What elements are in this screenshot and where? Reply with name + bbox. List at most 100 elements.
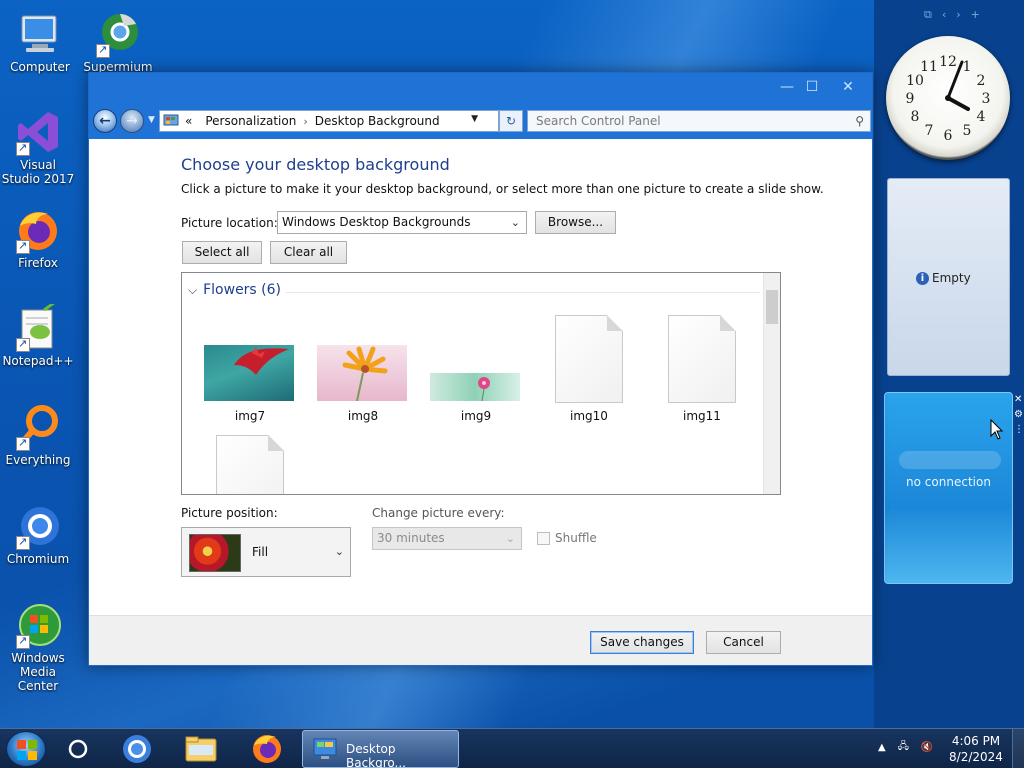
breadcrumb-root[interactable]: « [185, 114, 192, 128]
breadcrumb-desktop-background[interactable]: Desktop Background [315, 114, 440, 128]
recent-pages-icon[interactable]: ▼ [148, 115, 155, 125]
breadcrumb-separator-icon[interactable]: › [303, 115, 307, 128]
clock-numeral: 10 [906, 73, 924, 89]
cancel-button[interactable]: Cancel [706, 631, 781, 654]
volume-muted-icon[interactable]: 🔇 [921, 742, 933, 753]
page-title: Choose your desktop background [181, 155, 450, 174]
chevron-down-icon: ⌄ [510, 216, 520, 229]
shortcut-arrow-icon [16, 634, 30, 649]
back-button[interactable]: ← [93, 109, 117, 133]
notepadpp-icon [14, 298, 62, 352]
taskbar-desktop-background-window[interactable]: Desktop Backgro... [302, 730, 459, 768]
taskbar-chromium-button[interactable] [110, 731, 164, 767]
taskbar-explorer-button[interactable] [175, 731, 229, 767]
scrollbar-thumb[interactable] [766, 290, 778, 324]
maximize-button[interactable]: ☐ [797, 77, 827, 97]
search-input[interactable]: Search Control Panel ⚲ [527, 110, 871, 132]
computer-icon [16, 10, 64, 58]
select-all-button[interactable]: Select all [182, 241, 262, 264]
picture-location-label: Picture location: [181, 216, 278, 230]
hour-hand [946, 96, 970, 111]
desktop-icon-supermium[interactable]: Supermium [80, 10, 156, 74]
picture-position-select[interactable]: Fill ⌄ [181, 527, 351, 577]
desktop-icon-everything[interactable]: Everything [0, 403, 76, 467]
options-icon[interactable]: ⚙ [1014, 409, 1024, 420]
clock-numeral: 12 [939, 54, 957, 70]
shortcut-arrow-icon [96, 43, 110, 58]
address-bar[interactable]: « Personalization › Desktop Background ▼ [159, 110, 499, 132]
desktop-icon-visual-studio[interactable]: Visual Studio 2017 [0, 108, 76, 186]
blank-file-icon [668, 315, 736, 403]
network-status-text: no connection [906, 475, 991, 489]
empty-gadget[interactable]: i Empty [887, 178, 1010, 376]
circle-icon [68, 739, 88, 759]
thumbnail-item[interactable]: img9 [426, 343, 526, 423]
drag-handle-icon[interactable]: ⋮ [1014, 424, 1024, 435]
clock-numeral: 2 [977, 73, 986, 89]
add-gadget-icon[interactable]: ⧉ [924, 8, 932, 24]
desktop-icon-computer[interactable]: Computer [2, 10, 78, 74]
chromium-icon [14, 502, 62, 550]
start-button[interactable] [6, 731, 46, 767]
taskbar: Desktop Backgro... ▲ 🖧 🔇 4:06 PM 8/2/202… [0, 728, 1024, 768]
network-controls [899, 451, 1001, 469]
previous-icon[interactable]: ‹ [942, 8, 946, 24]
desktop-icon-label: Firefox [18, 256, 58, 270]
windows-logo-icon [17, 740, 37, 760]
thumbnail-item[interactable]: img11 [652, 315, 752, 425]
forward-button[interactable]: → [120, 109, 144, 133]
taskbar-firefox-button[interactable] [240, 731, 294, 767]
desktop-icon-chromium[interactable]: Chromium [0, 502, 76, 566]
breadcrumb-personalization[interactable]: Personalization [205, 114, 296, 128]
info-icon: i [916, 271, 929, 285]
change-picture-label: Change picture every: [372, 506, 505, 520]
taskbar-clock[interactable]: 4:06 PM 8/2/2024 [944, 733, 1008, 765]
save-changes-button[interactable]: Save changes [590, 631, 694, 654]
page-description: Click a picture to make it your desktop … [181, 182, 824, 196]
shuffle-label: Shuffle [555, 531, 597, 545]
thumbnail-label: img11 [683, 409, 721, 423]
group-header[interactable]: ⌵ Flowers (6) [188, 282, 281, 298]
thumbnail-item[interactable]: img7 [200, 343, 300, 423]
picture-position-label: Picture position: [181, 506, 278, 520]
network-icon[interactable]: 🖧 [898, 739, 909, 756]
show-hidden-icons-icon[interactable]: ▲ [878, 742, 886, 753]
gallery-scrollbar[interactable] [763, 273, 780, 494]
desktop-background-window: — ☐ ✕ ← → ▼ « Personalization › Desktop … [88, 72, 873, 666]
search-icon[interactable]: ⚲ [855, 111, 864, 131]
close-button[interactable]: ✕ [833, 77, 863, 97]
close-icon[interactable]: ✕ [1014, 394, 1024, 405]
browse-button[interactable]: Browse... [535, 211, 616, 234]
change-interval-select[interactable]: 30 minutes ⌄ [372, 527, 522, 550]
thumbnail-item[interactable]: img8 [313, 343, 413, 423]
firefox-icon [253, 735, 281, 763]
position-preview-image [189, 534, 241, 572]
clock-numeral: 5 [963, 123, 972, 139]
clear-all-button[interactable]: Clear all [270, 241, 347, 264]
picture-gallery: ⌵ Flowers (6) img7 img8 img9 img10 img11 [181, 272, 781, 495]
title-bar[interactable]: — ☐ ✕ [89, 73, 872, 103]
picture-location-select[interactable]: Windows Desktop Backgrounds ⌄ [277, 211, 527, 234]
clock-numeral: 3 [982, 91, 991, 107]
refresh-button[interactable]: ↻ [499, 110, 523, 132]
desktop-icon-label: Windows Media Center [11, 651, 65, 693]
blank-file-icon [216, 435, 284, 494]
system-tray: ▲ 🖧 🔇 [878, 739, 933, 756]
taskbar-search-button[interactable] [52, 731, 106, 767]
show-desktop-button[interactable] [1012, 729, 1024, 768]
clock-gadget[interactable]: 12 1 2 3 4 5 6 7 8 9 10 11 [886, 36, 1010, 160]
thumbnail-item[interactable] [200, 435, 300, 494]
supermium-icon [94, 10, 142, 58]
desktop-icon-notepadpp[interactable]: Notepad++ [0, 298, 76, 368]
desktop-icon-firefox[interactable]: Firefox [0, 206, 76, 270]
shuffle-checkbox[interactable]: Shuffle [537, 531, 597, 545]
sidebar-toolbar: ⧉ ‹ › + [924, 8, 1020, 24]
next-icon[interactable]: › [956, 8, 960, 24]
chevron-down-icon[interactable]: ⌵ [188, 283, 197, 298]
desktop-icon-media-center[interactable]: Windows Media Center [0, 601, 76, 693]
dialog-footer: Save changes Cancel [89, 615, 872, 665]
checkbox-box[interactable] [537, 531, 550, 545]
plus-icon[interactable]: + [971, 8, 980, 24]
address-dropdown-icon[interactable]: ▼ [471, 114, 478, 124]
thumbnail-item[interactable]: img10 [539, 315, 639, 425]
